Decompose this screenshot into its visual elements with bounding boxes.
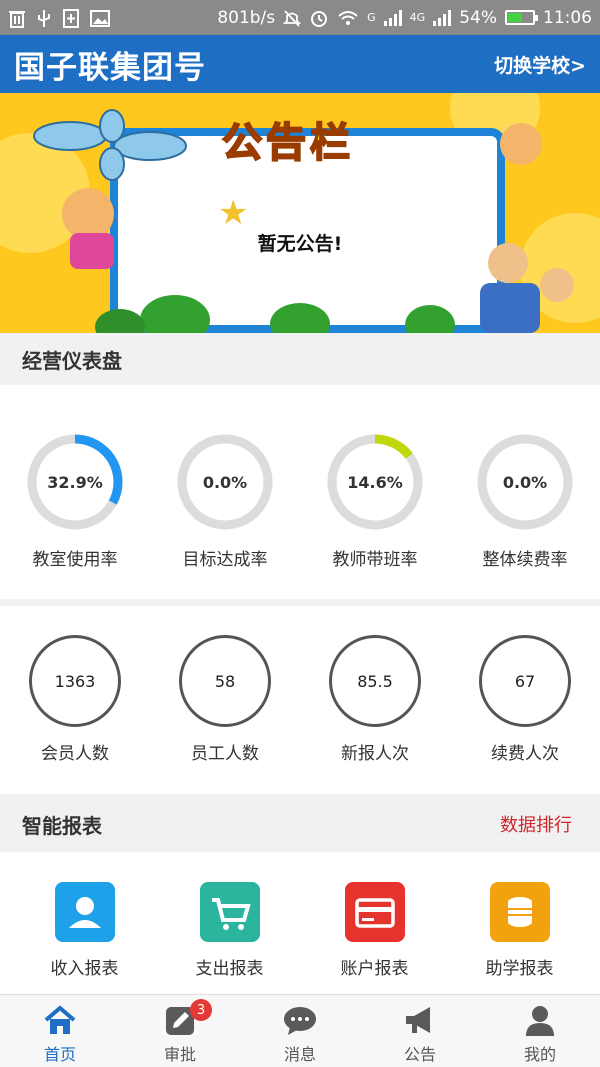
tab-label: 公告 bbox=[403, 1045, 436, 1064]
sim-add-icon bbox=[63, 8, 79, 28]
tab-label: 审批 bbox=[163, 1045, 196, 1064]
report-item[interactable]: 收入报表 bbox=[12, 882, 157, 979]
count-label: 续费人次 bbox=[491, 744, 559, 764]
rate-label: 整体续费率 bbox=[482, 550, 568, 570]
rate-ring-row: 32.9% 教室使用率 0.0% 目标达成率 14.6% 教师带班率 0.0% 整体续费率 bbox=[0, 433, 600, 570]
count-item[interactable]: 67 续费人次 bbox=[450, 635, 600, 764]
report-label: 支出报表 bbox=[195, 959, 264, 979]
home-icon bbox=[42, 1003, 78, 1037]
tab-label: 首页 bbox=[43, 1045, 76, 1064]
report-label: 助学报表 bbox=[485, 959, 554, 979]
wifi-icon bbox=[338, 10, 358, 25]
rate-value: 0.0% bbox=[502, 472, 548, 492]
tab-label: 消息 bbox=[283, 1045, 316, 1064]
coins-icon[interactable] bbox=[489, 882, 550, 942]
count-value: 58 bbox=[179, 635, 271, 727]
rate-panel: 32.9% 教室使用率 0.0% 目标达成率 14.6% 教师带班率 0.0% 整体续费率 bbox=[0, 385, 600, 599]
rate-label: 教室使用率 bbox=[32, 550, 118, 570]
rate-item[interactable]: 32.9% 教室使用率 bbox=[0, 433, 150, 570]
count-panel: 1363 会员人数 58 员工人数 85.5 新报人次 67 续费人次 bbox=[0, 606, 600, 794]
signal-icon bbox=[383, 9, 402, 26]
child-illustration bbox=[500, 123, 542, 165]
network-type-2: 4G bbox=[409, 11, 426, 24]
count-item[interactable]: 85.5 新报人次 bbox=[300, 635, 450, 764]
cart-icon[interactable] bbox=[199, 882, 260, 942]
family-illustration bbox=[540, 268, 574, 302]
report-item[interactable]: 账户报表 bbox=[302, 882, 447, 979]
progress-ring: 0.0% bbox=[176, 433, 274, 531]
count-value: 85.5 bbox=[329, 635, 421, 727]
notification-badge: 3 bbox=[190, 999, 212, 1021]
count-label: 员工人数 bbox=[191, 744, 259, 764]
bottom-tab-bar: 首页 3 审批 消息 公告 我的 bbox=[0, 994, 600, 1067]
megaphone-icon bbox=[402, 1003, 438, 1037]
status-bar-right: 801b/s G 4G 54% 11:06 bbox=[217, 8, 592, 28]
rate-label: 目标达成率 bbox=[182, 550, 268, 570]
count-row: 1363 会员人数 58 员工人数 85.5 新报人次 67 续费人次 bbox=[0, 635, 600, 764]
battery-icon bbox=[505, 10, 538, 25]
rate-value: 32.9% bbox=[47, 472, 103, 492]
user-icon[interactable] bbox=[54, 882, 115, 942]
rate-item[interactable]: 14.6% 教师带班率 bbox=[300, 433, 450, 570]
tab-megaphone[interactable]: 公告 bbox=[360, 995, 480, 1067]
tab-home[interactable]: 首页 bbox=[0, 995, 120, 1067]
report-item[interactable]: 助学报表 bbox=[447, 882, 592, 979]
banner-title: 公告栏 bbox=[221, 119, 354, 167]
usb-icon bbox=[38, 9, 50, 27]
rate-value: 14.6% bbox=[347, 472, 403, 492]
rate-item[interactable]: 0.0% 整体续费率 bbox=[450, 433, 600, 570]
chat-icon bbox=[282, 1003, 318, 1037]
image-icon bbox=[90, 9, 110, 27]
data-ranking-link[interactable]: 数据排行 bbox=[500, 811, 578, 837]
status-bar-left bbox=[8, 8, 110, 28]
report-label: 收入报表 bbox=[50, 959, 119, 979]
clock: 11:06 bbox=[543, 7, 592, 28]
reports-header: 智能报表 数据排行 bbox=[0, 796, 600, 852]
trash-icon bbox=[9, 10, 25, 28]
count-value: 1363 bbox=[29, 635, 121, 727]
report-item[interactable]: 支出报表 bbox=[157, 882, 302, 979]
card-icon[interactable] bbox=[344, 882, 405, 942]
notice-text: 暂无公告! bbox=[257, 233, 343, 255]
rate-value: 0.0% bbox=[202, 472, 248, 492]
network-type: G bbox=[367, 11, 376, 24]
tab-label: 我的 bbox=[523, 1045, 556, 1064]
report-row: 收入报表 支出报表 账户报表 助学报表 bbox=[0, 882, 600, 979]
battery-percent: 54% bbox=[459, 7, 497, 28]
count-label: 会员人数 bbox=[41, 744, 109, 764]
progress-ring: 0.0% bbox=[476, 433, 574, 531]
network-speed: 801b/s bbox=[217, 7, 276, 28]
notice-banner[interactable]: 公告栏 ★ 暂无公告! bbox=[0, 93, 600, 333]
tab-chat[interactable]: 消息 bbox=[240, 995, 360, 1067]
count-item[interactable]: 58 员工人数 bbox=[150, 635, 300, 764]
star-icon: ★ bbox=[218, 193, 249, 233]
alarm-icon bbox=[311, 10, 328, 27]
dashboard-header: 经营仪表盘 bbox=[0, 333, 600, 385]
progress-ring: 32.9% bbox=[26, 433, 124, 531]
family-illustration bbox=[480, 283, 540, 333]
section-title: 经营仪表盘 bbox=[22, 348, 122, 373]
rate-label: 教师带班率 bbox=[332, 550, 418, 570]
count-value: 67 bbox=[479, 635, 571, 727]
app-header: 国子联集团号 切换学校> bbox=[0, 35, 600, 93]
status-bar: 801b/s G 4G 54% 11:06 bbox=[0, 0, 600, 35]
page-title: 国子联集团号 bbox=[14, 49, 206, 86]
count-label: 新报人次 bbox=[341, 744, 409, 764]
pinwheel-icon bbox=[33, 109, 187, 181]
rate-item[interactable]: 0.0% 目标达成率 bbox=[150, 433, 300, 570]
tab-person[interactable]: 我的 bbox=[480, 995, 600, 1067]
reports-panel: 收入报表 支出报表 账户报表 助学报表 bbox=[0, 852, 600, 994]
signal-icon bbox=[433, 9, 452, 26]
section-title: 智能报表 bbox=[22, 813, 102, 838]
progress-ring: 14.6% bbox=[326, 433, 424, 531]
person-icon bbox=[522, 1003, 558, 1037]
tab-edit[interactable]: 3 审批 bbox=[120, 995, 240, 1067]
report-label: 账户报表 bbox=[340, 959, 409, 979]
count-item[interactable]: 1363 会员人数 bbox=[0, 635, 150, 764]
mute-icon bbox=[283, 9, 302, 27]
switch-school-button[interactable]: 切换学校> bbox=[494, 51, 586, 78]
